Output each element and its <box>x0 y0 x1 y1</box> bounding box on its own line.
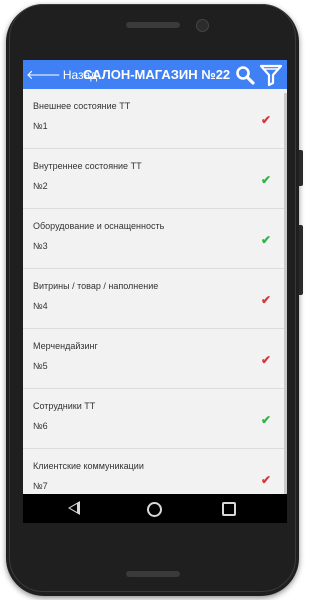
check-icon: ✔ <box>261 113 272 127</box>
list-item[interactable]: Оборудование и оснащенность №3 ✔ <box>23 209 287 269</box>
item-title: Сотрудники ТТ <box>33 401 96 411</box>
check-icon: ✔ <box>261 413 272 427</box>
page-title: САЛОН-МАГАЗИН №22 <box>83 67 231 82</box>
scrollbar[interactable] <box>284 93 287 494</box>
item-number: №2 <box>33 181 48 191</box>
list-item[interactable]: Внутреннее состояние ТТ №2 ✔ <box>23 149 287 209</box>
checklist: Внешнее состояние ТТ №1 ✔ Внутреннее сос… <box>23 89 287 494</box>
list-item[interactable]: Клиентские коммуникации №7 ✔ <box>23 449 287 494</box>
item-number: №7 <box>33 481 48 491</box>
item-number: №6 <box>33 421 48 431</box>
check-icon: ✔ <box>261 233 272 247</box>
list-item[interactable]: Внешнее состояние ТТ №1 ✔ <box>23 89 287 149</box>
item-number: №1 <box>33 121 48 131</box>
item-number: №4 <box>33 301 48 311</box>
item-number: №5 <box>33 361 48 371</box>
item-title: Внешнее состояние ТТ <box>33 101 131 111</box>
power-button <box>299 150 303 186</box>
check-icon: ✔ <box>261 473 272 487</box>
bottom-speaker <box>126 571 180 577</box>
check-icon: ✔ <box>261 173 272 187</box>
check-icon: ✔ <box>261 353 272 367</box>
item-title: Оборудование и оснащенность <box>33 221 165 231</box>
list-item[interactable]: Сотрудники ТТ №6 ✔ <box>23 389 287 449</box>
earpiece <box>126 22 180 28</box>
search-icon[interactable] <box>235 65 255 85</box>
front-camera <box>196 19 209 32</box>
nav-back-icon[interactable] <box>68 501 80 515</box>
arrow-left-icon: 🡐 <box>26 66 61 82</box>
filter-icon[interactable] <box>259 63 283 87</box>
item-title: Клиентские коммуникации <box>33 461 144 471</box>
nav-recent-apps-icon[interactable] <box>222 502 236 516</box>
list-item[interactable]: Мерчендайзинг №5 ✔ <box>23 329 287 389</box>
item-title: Мерчендайзинг <box>33 341 98 351</box>
nav-home-icon[interactable] <box>147 502 162 517</box>
item-number: №3 <box>33 241 48 251</box>
app-screen: 🡐 Назад САЛОН-МАГАЗИН №22 Внешнее состоя… <box>23 60 287 523</box>
volume-button <box>299 225 303 295</box>
item-title: Внутреннее состояние ТТ <box>33 161 142 171</box>
item-title: Витрины / товар / наполнение <box>33 281 159 291</box>
system-nav-bar <box>23 494 287 523</box>
check-icon: ✔ <box>261 293 272 307</box>
list-item[interactable]: Витрины / товар / наполнение №4 ✔ <box>23 269 287 329</box>
app-bar: 🡐 Назад САЛОН-МАГАЗИН №22 <box>23 60 287 89</box>
